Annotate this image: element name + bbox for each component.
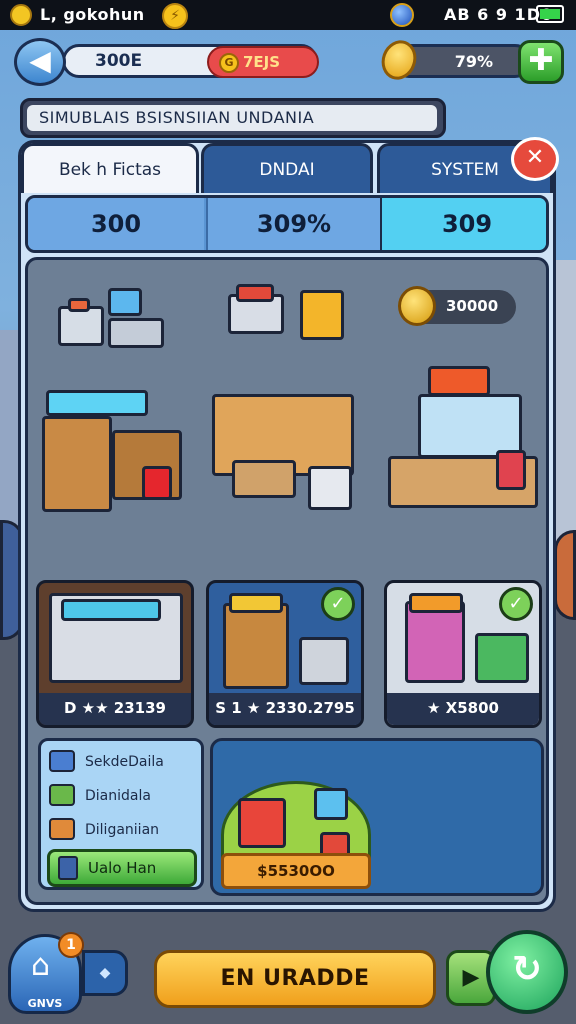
register-counter-sprite[interactable] (58, 280, 168, 350)
coin-balance-value: 30000 (446, 297, 499, 315)
plus-icon: ✚ (528, 43, 554, 78)
category-label: SekdeDaila (85, 754, 164, 770)
category-action-label: Ualo Han (88, 859, 157, 877)
category-label: Diliganiian (85, 822, 160, 838)
stat-value-1: 300 (28, 198, 204, 250)
coin-balance: 30000 (398, 286, 516, 326)
menu-button[interactable]: ◆ (82, 950, 128, 996)
battery-icon (536, 5, 564, 23)
shop-panel: Bek h Fictas DNDAI SYSTEM ✕ 300 309% 309… (18, 137, 559, 912)
cash-value: 300E (95, 51, 143, 71)
stats-row: 300 309% 309 (25, 195, 549, 253)
office-desk-sprite[interactable] (212, 370, 362, 520)
category-action-button[interactable]: Ualo Han (47, 849, 197, 887)
percent-value: 79% (454, 52, 493, 71)
background-car-right (554, 530, 576, 620)
carrier-name: L, gokohun (40, 5, 145, 24)
refresh-button[interactable]: ↻ (486, 930, 568, 1014)
close-button[interactable]: ✕ (511, 137, 559, 181)
back-arrow-icon: ◀ (29, 44, 51, 77)
tab-dndai[interactable]: DNDAI (201, 143, 373, 193)
gem-coin-icon: G (219, 52, 239, 73)
menu-icon: ◆ (99, 965, 111, 981)
phone-icon (58, 856, 78, 880)
store-card-price: ★ X5800 (387, 693, 539, 725)
back-button[interactable]: ◀ (14, 38, 66, 86)
status-bar: L, gokohun ⚡ AB 6 9 1D0 (0, 0, 576, 30)
bottom-navigation: ⌂ GNVS 1 ◆ EN URADDE ▶ ↻ (0, 928, 576, 1024)
shopping-cart-sprite[interactable] (228, 270, 358, 350)
globe-icon (390, 3, 414, 27)
owned-check-icon: ✓ (321, 587, 355, 621)
title-banner: SIMUBLAIS BSISNSIIAN UNDANIA (20, 98, 446, 138)
home-label: GNVS (27, 997, 63, 1010)
cycle-icon: ↻ (511, 949, 543, 990)
close-icon: ✕ (525, 145, 545, 170)
category-list: SekdeDaila Dianidala Diliganiian Ualo Ha… (38, 738, 204, 890)
cash-display: 300E G 7EJS (62, 44, 319, 78)
bolt-coin-icon: ⚡ (162, 3, 188, 29)
fridge-icon (49, 784, 75, 806)
tab-bar: Bek h Fictas DNDAI SYSTEM ✕ (21, 137, 559, 193)
tab-business[interactable]: Bek h Fictas (21, 143, 199, 193)
page-title: SIMUBLAIS BSISNSIIAN UNDANIA (27, 105, 437, 131)
store-card-3[interactable]: ✓ ★ X5800 (384, 580, 542, 728)
store-card-price: D ★★ 23139 (39, 693, 191, 725)
upgrade-button[interactable]: EN URADDE (154, 950, 436, 1008)
shop-area: 30000 D ★★ 23139 ✓ S 1 ★ 2330.2795 ✓ ★ X… (25, 257, 549, 905)
featured-store-panel[interactable]: $5530OO (210, 738, 544, 896)
category-item-2[interactable]: Dianidala (49, 783, 151, 809)
market-kiosk-sprite[interactable] (388, 360, 538, 520)
stat-value-2: 309% (206, 198, 380, 250)
add-currency-button[interactable]: ✚ (518, 40, 564, 84)
gem-value: 7EJS (243, 53, 281, 71)
coin-icon (10, 4, 32, 26)
grocery-stall-sprite[interactable] (42, 370, 192, 520)
home-icon: ⌂ (31, 948, 51, 983)
home-notification-badge: 1 (58, 932, 84, 958)
store-card-1[interactable]: D ★★ 23139 (36, 580, 194, 728)
category-item-3[interactable]: Diliganiian (49, 817, 159, 843)
gem-display[interactable]: G 7EJS (207, 46, 319, 78)
store-card-price: S 1 ★ 2330.2795 (209, 693, 361, 725)
stat-value-3[interactable]: 309 (380, 198, 546, 250)
crate-icon (49, 750, 75, 772)
currency-bar: 300E G 7EJS ◀ 79% ✚ (0, 32, 576, 90)
arrow-icon: ▶ (462, 965, 480, 990)
featured-price: $5530OO (221, 853, 371, 889)
gold-coin-icon (398, 286, 436, 326)
store-card-2[interactable]: ✓ S 1 ★ 2330.2795 (206, 580, 364, 728)
category-label: Dianidala (85, 788, 151, 804)
box-icon (49, 818, 75, 840)
owned-check-icon: ✓ (499, 587, 533, 621)
category-item-1[interactable]: SekdeDaila (49, 749, 164, 775)
